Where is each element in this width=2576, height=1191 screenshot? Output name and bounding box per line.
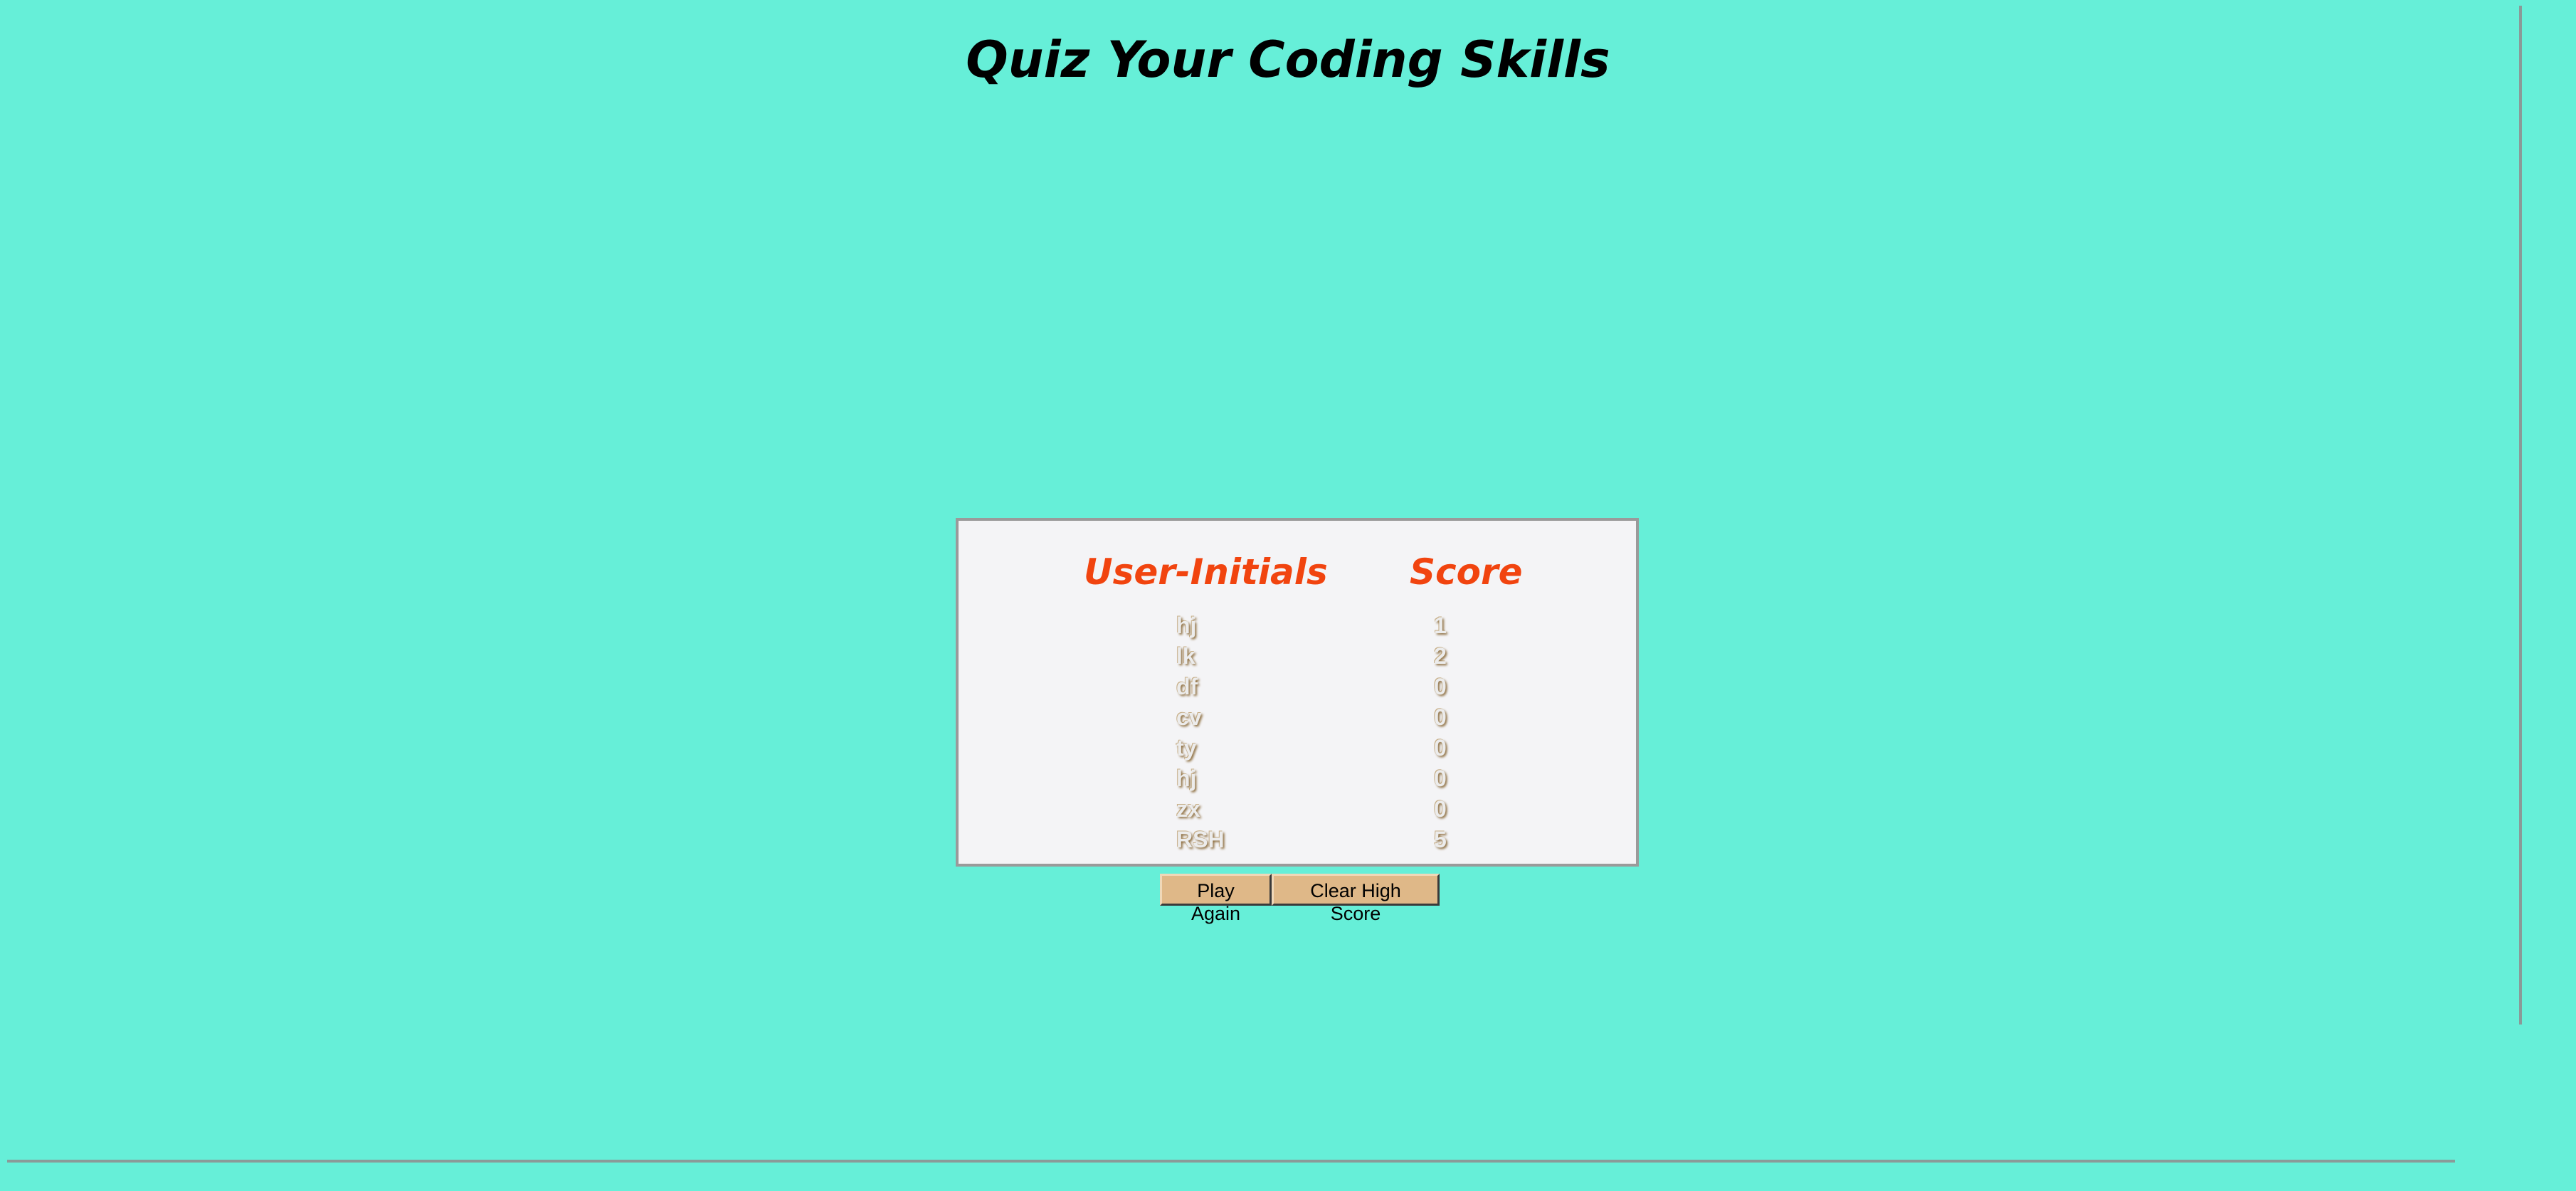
clear-high-score-button[interactable]: Clear High Score [1272,874,1440,924]
initials-entry: hj [1176,613,1197,638]
initials-entry: df [1176,674,1198,699]
score-entry: 0 [1434,735,1447,761]
score-entry: 1 [1434,613,1447,638]
initials-entry: hj [1176,766,1197,791]
initials-entry: lk [1176,643,1195,669]
initials-entry: ty [1176,735,1197,761]
initials-column: User-Initials hj lk df cv ty hj zx RSH [1084,549,1354,855]
initials-entry: zx [1176,796,1200,822]
score-entry: 5 [1434,827,1447,852]
score-entry: 2 [1434,643,1447,669]
high-score-panel: User-Initials hj lk df cv ty hj zx RSH S… [956,518,1639,867]
vertical-scrollbar[interactable] [2519,6,2522,1025]
score-entry: 0 [1434,766,1447,791]
play-again-button[interactable]: Play Again [1160,874,1272,924]
action-buttons: Play Again Clear High Score [1160,874,1440,924]
score-entry: 0 [1434,674,1447,699]
score-entry: 0 [1434,704,1447,730]
initials-entry: RSH [1176,827,1225,852]
initials-entry: cv [1176,704,1202,730]
score-column: Score 1 2 0 0 0 0 0 5 [1410,549,1566,855]
initials-header: User-Initials [1084,551,1328,593]
horizontal-scrollbar[interactable] [7,1160,2455,1163]
page-title: Quiz Your Coding Skills [966,31,1610,89]
score-entry: 0 [1434,796,1447,822]
score-header: Score [1410,551,1523,593]
